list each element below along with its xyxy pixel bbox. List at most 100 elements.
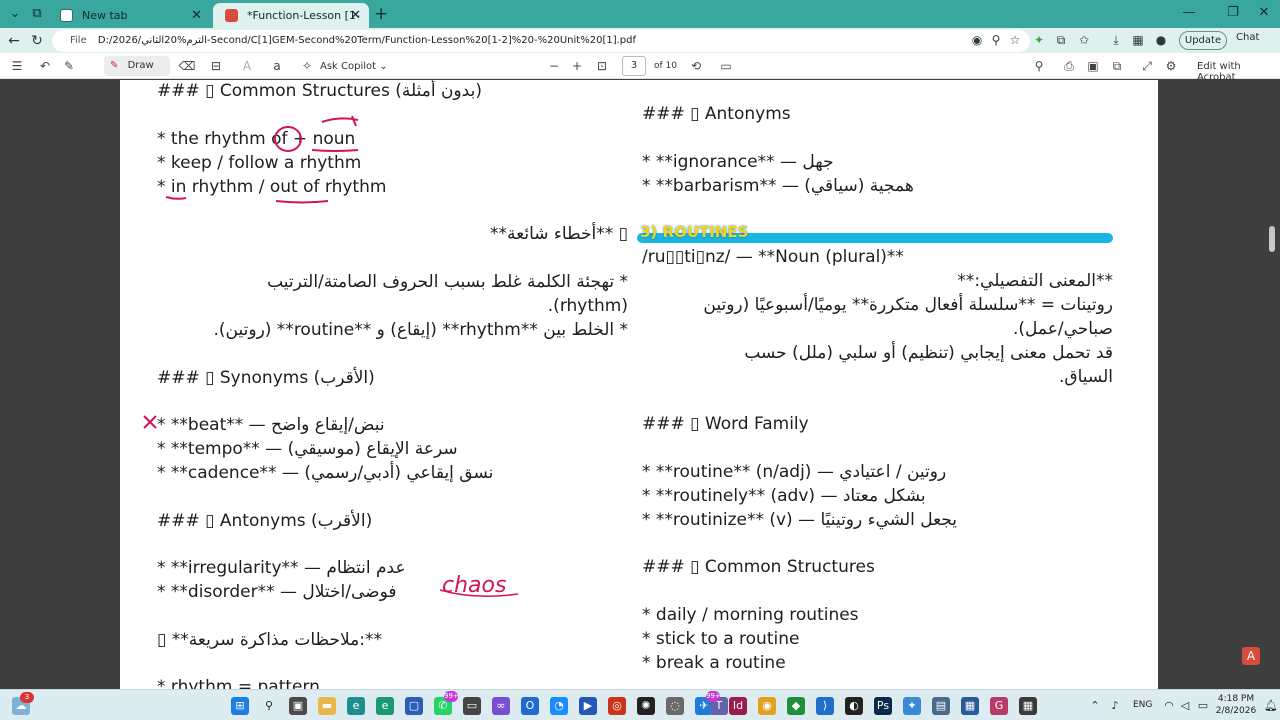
chevron-up-icon[interactable]: ⌃ <box>1086 697 1104 715</box>
notification-bell-icon[interactable]: 🔔︎ <box>1262 697 1280 715</box>
undo-icon[interactable]: ↶ <box>36 57 54 75</box>
read-aloud-icon[interactable]: ◉ <box>968 31 986 49</box>
new-tab-button[interactable]: + <box>374 4 388 24</box>
profile-avatar-icon[interactable]: ● <box>1152 31 1170 49</box>
back-icon[interactable]: ← <box>4 31 24 51</box>
zoom-in-icon[interactable]: + <box>568 57 586 75</box>
vscode-icon[interactable]: ⟩ <box>816 697 834 715</box>
language-indicator[interactable]: ENG <box>1133 700 1152 710</box>
microphone-icon[interactable]: ♪ <box>1106 697 1124 715</box>
text-box-icon[interactable]: ⊟ <box>207 57 225 75</box>
close-tab-icon[interactable]: ✕ <box>191 3 202 28</box>
chat-label: Chat <box>1236 32 1260 43</box>
app-icon[interactable]: G <box>990 697 1008 715</box>
search-icon[interactable]: ⚲ <box>260 697 278 715</box>
ask-copilot-button[interactable]: Ask Copilot ⌄ <box>320 61 388 72</box>
start-icon[interactable]: ⊞ <box>231 697 249 715</box>
minimize-icon[interactable]: — <box>1171 2 1207 24</box>
url-text: D:/2026/الترم%20الثاني-Second/C[1]GEM-Se… <box>97 35 636 46</box>
pdf-viewer[interactable]: ### ▯ Common Structures (بدون أمثلة) * t… <box>0 80 1280 689</box>
draw-button[interactable]: ✎ Draw ⌄ <box>104 56 170 91</box>
tab-actions-icon[interactable]: ⌄ <box>4 4 26 24</box>
app-icon[interactable]: ▭ <box>463 697 481 715</box>
downloads-icon[interactable]: ⤓ <box>1107 31 1125 49</box>
fullscreen-icon[interactable]: ⤢ <box>1138 57 1156 75</box>
workspaces-icon[interactable]: ⧉ <box>26 4 48 24</box>
close-window-icon[interactable]: ✕ <box>1246 2 1280 24</box>
scrollbar[interactable] <box>1268 80 1276 689</box>
clock[interactable]: 4:18 PM 2/8/2026 <box>1214 693 1258 717</box>
file-scheme-label: File <box>70 35 87 46</box>
ink-chaos-text: chaos <box>442 573 506 598</box>
chrome-icon[interactable]: ◉ <box>758 697 776 715</box>
photoshop-icon[interactable]: Ps <box>874 697 892 715</box>
teams-badge: 99+ <box>706 691 721 702</box>
ink-mark-noun <box>321 115 359 127</box>
pdf-favicon-icon <box>225 9 238 22</box>
chatgpt-icon[interactable]: ✺ <box>637 697 655 715</box>
favorite-star-icon[interactable]: ☆ <box>1006 31 1024 49</box>
page-number-input[interactable]: 3 <box>622 56 646 76</box>
translate-icon[interactable]: a <box>268 57 286 75</box>
indesign-icon[interactable]: Id <box>729 697 747 715</box>
visual-studio-icon[interactable]: ∞ <box>492 697 510 715</box>
pdf-toolbar: ☰ ↶ ✎ ✎ Draw ⌄ ⌫ ⊟ A a ✧ Ask Copilot ⌄ −… <box>0 53 1280 91</box>
app-icon[interactable]: ▢ <box>405 697 423 715</box>
browser-tab-bar: ⌄ ⧉ New tab ✕ *Function-Lesson [1-2] - U… <box>0 0 1280 47</box>
page-view-icon[interactable]: ▭ <box>717 57 735 75</box>
extension-icon[interactable]: ✦ <box>1030 31 1048 49</box>
contents-icon[interactable]: ☰ <box>8 57 26 75</box>
app-icon[interactable]: ◌ <box>666 697 684 715</box>
text-size-icon[interactable]: A <box>238 57 256 75</box>
eraser-icon[interactable]: ⌫ <box>178 57 196 75</box>
settings-gear-icon[interactable]: ⚙ <box>1162 57 1180 75</box>
tab-pdf[interactable]: *Function-Lesson [1-2] - Unit [1].p ✕ <box>213 3 369 47</box>
close-tab-icon[interactable]: ✕ <box>350 3 361 28</box>
save-as-icon[interactable]: ⧉ <box>1108 57 1126 75</box>
ink-circle-of <box>274 126 302 152</box>
print-icon[interactable]: ⎙ <box>1060 57 1078 75</box>
favorites-icon[interactable]: ✩ <box>1075 31 1093 49</box>
extensions-puzzle-icon[interactable]: ⧉ <box>1052 31 1070 49</box>
save-icon[interactable]: ▣ <box>1084 57 1102 75</box>
app-icon[interactable]: ◐ <box>845 697 863 715</box>
address-field[interactable]: File D:/2026/الترم%20الثاني-Second/C[1]G… <box>52 30 1030 52</box>
refresh-icon[interactable]: ↻ <box>27 31 47 51</box>
rotate-icon[interactable]: ⟲ <box>687 57 705 75</box>
file-explorer-icon[interactable]: ▬ <box>318 697 336 715</box>
zoom-icon[interactable]: ⚲ <box>987 31 1005 49</box>
scrollbar-thumb[interactable] <box>1269 226 1275 252</box>
copilot-chat-button[interactable]: Chat <box>1236 32 1259 43</box>
battery-icon[interactable]: ▭ <box>1194 697 1212 715</box>
outlook-icon[interactable]: O <box>521 697 539 715</box>
volume-icon[interactable]: ◁ <box>1176 697 1194 715</box>
pdf-page[interactable]: ### ▯ Common Structures (بدون أمثلة) * t… <box>120 80 1158 689</box>
ink-annotations: chaos <box>143 115 519 598</box>
fit-page-icon[interactable]: ⊡ <box>593 57 611 75</box>
page-total: of 10 <box>654 61 677 71</box>
update-button[interactable]: Update <box>1179 31 1227 50</box>
acrobat-icon[interactable]: A <box>1242 647 1260 665</box>
collections-icon[interactable]: ▦ <box>1129 31 1147 49</box>
app-icon[interactable]: ▤ <box>932 697 950 715</box>
ask-copilot-label: Ask Copilot <box>320 61 377 72</box>
copilot-icon[interactable]: ✧ <box>298 57 316 75</box>
messenger-icon[interactable]: ◔ <box>550 697 568 715</box>
zoom-app-icon[interactable]: ▶ <box>579 697 597 715</box>
app-icon[interactable]: ◆ <box>787 697 805 715</box>
app-icon[interactable]: ◎ <box>608 697 626 715</box>
windows-taskbar: ☁ 3 ⊞ ⚲ ▣ ▬ e e ▢ ✆ 99+ ▭ ∞ O ◔ ▶ ◎ ✺ ◌ … <box>0 689 1280 720</box>
tab-title: New tab <box>82 9 128 22</box>
zoom-out-icon[interactable]: − <box>545 57 563 75</box>
tab-new-tab[interactable]: New tab ✕ <box>48 3 210 28</box>
task-view-icon[interactable]: ▣ <box>289 697 307 715</box>
calculator-icon[interactable]: ▦ <box>1019 697 1037 715</box>
app-icon[interactable]: ▦ <box>961 697 979 715</box>
copilot-icon[interactable]: ✦ <box>903 697 921 715</box>
ink-underline-out-of <box>275 200 329 204</box>
ink-underline-in <box>165 196 187 200</box>
search-icon[interactable]: ⚲ <box>1030 57 1048 75</box>
edge-icon[interactable]: e <box>347 697 365 715</box>
edge-dev-icon[interactable]: e <box>376 697 394 715</box>
highlight-icon[interactable]: ✎ <box>60 57 78 75</box>
